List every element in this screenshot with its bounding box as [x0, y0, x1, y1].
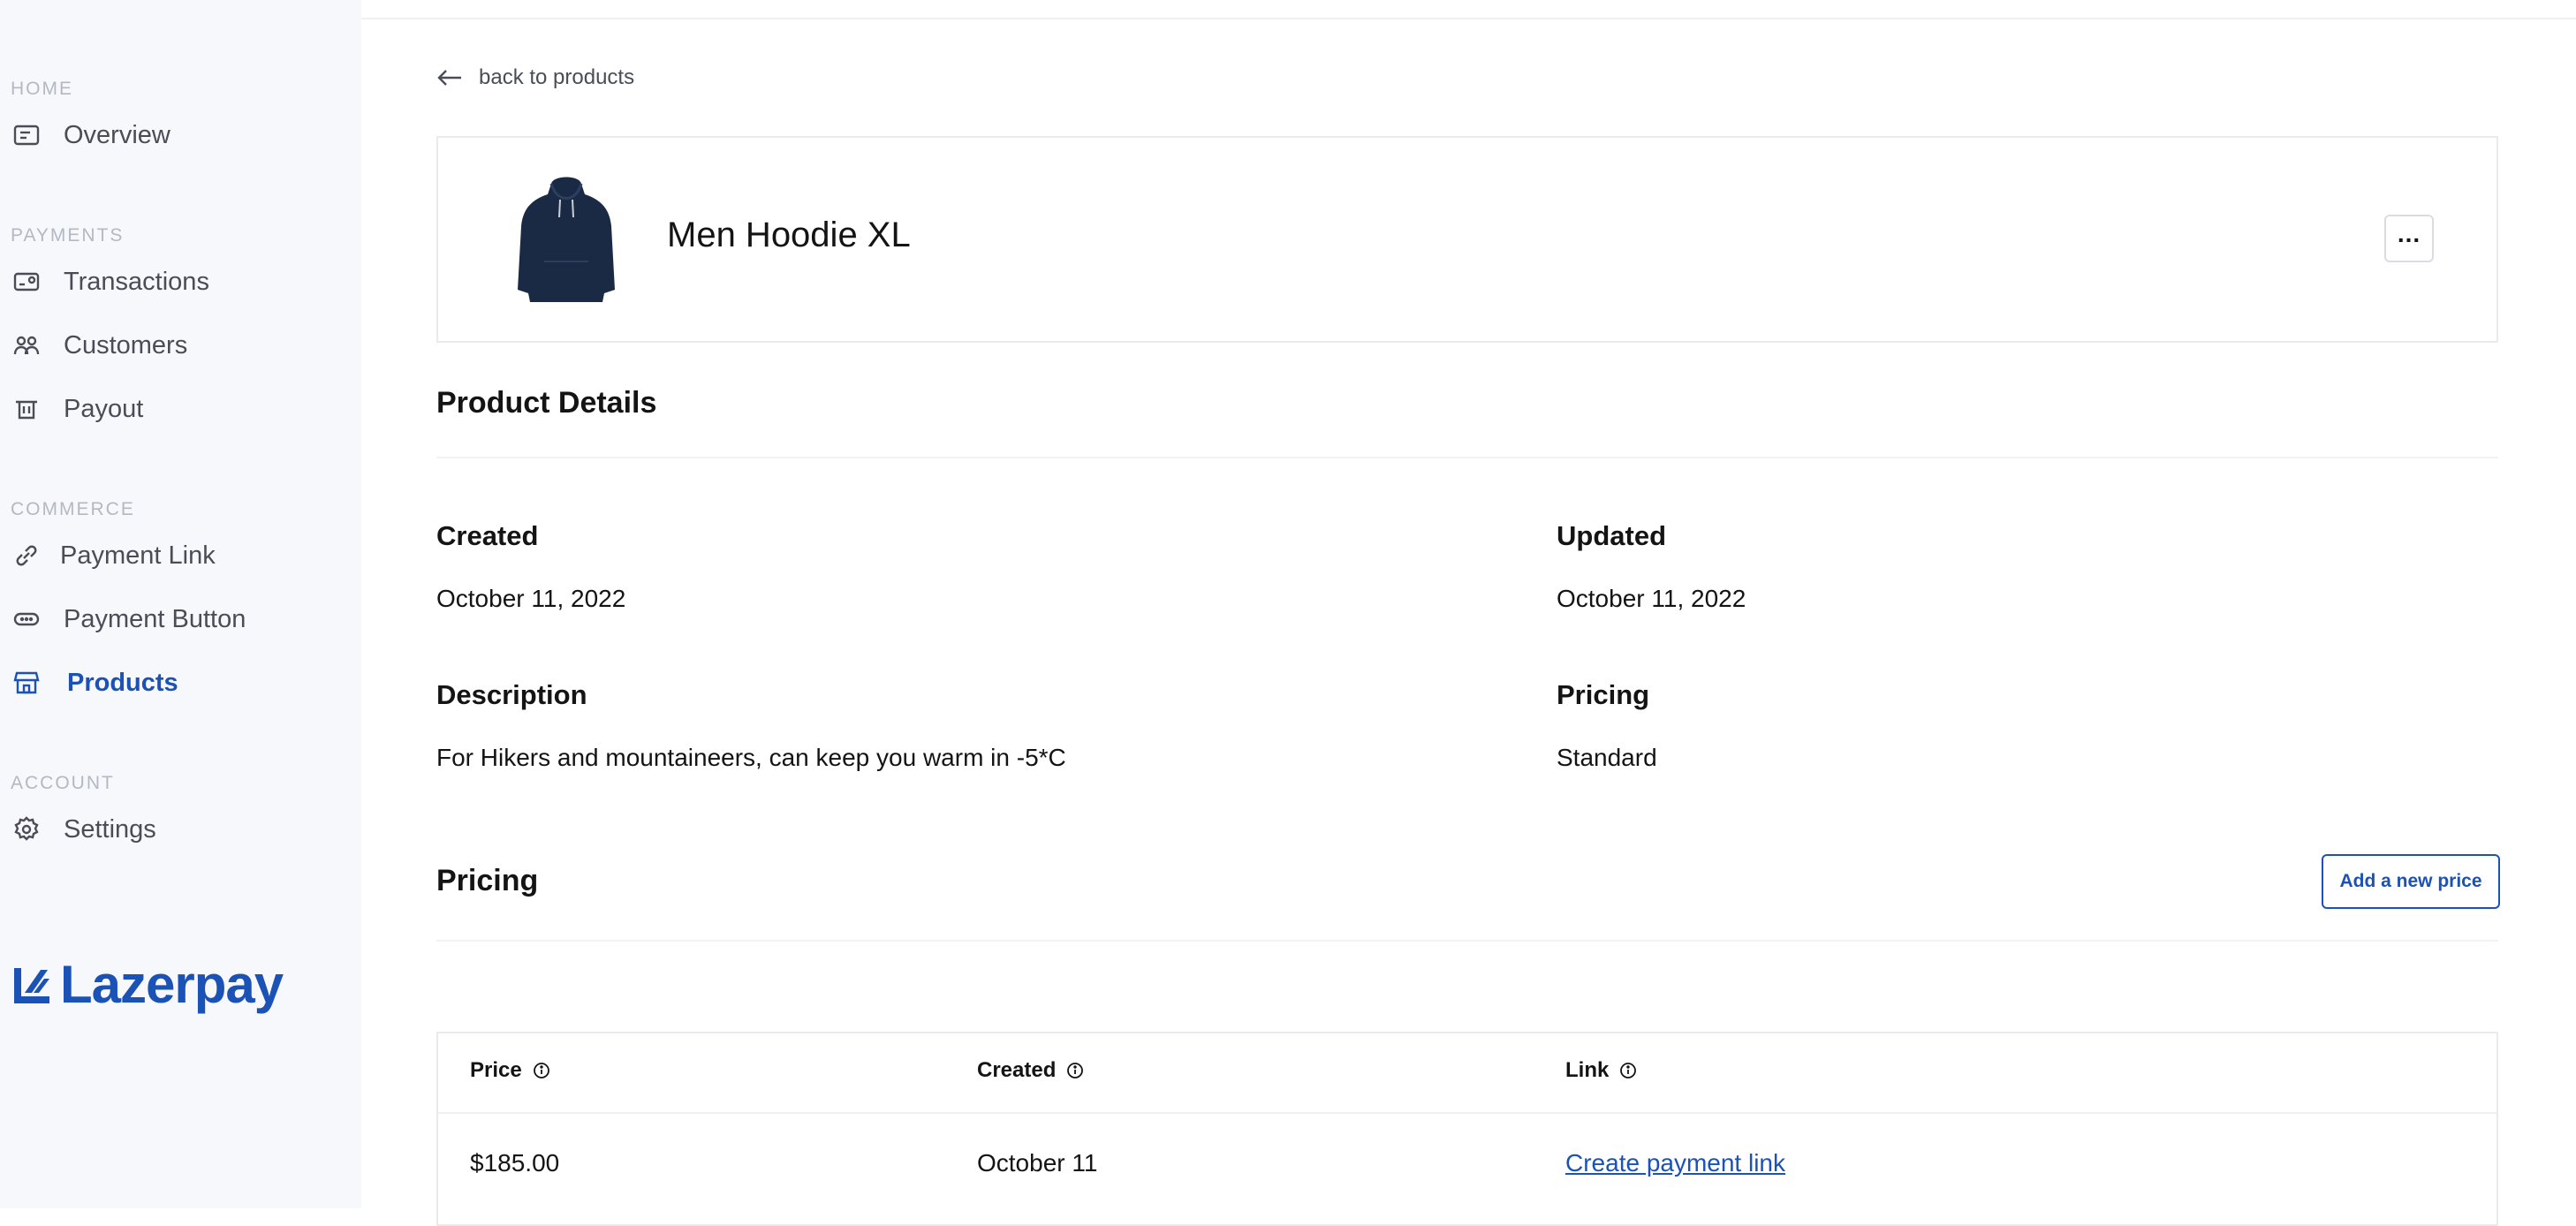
lazerpay-logo: Lazerpay	[11, 954, 284, 1015]
description-label: Description	[436, 679, 587, 710]
top-divider	[361, 18, 2576, 19]
column-header-price: Price	[470, 1058, 550, 1083]
sidebar-item-products[interactable]: Products	[12, 658, 178, 708]
section-label-home: HOME	[11, 79, 73, 99]
arrow-left-icon	[437, 70, 461, 86]
sidebar-item-label: Transactions	[64, 267, 209, 296]
info-icon	[533, 1063, 549, 1078]
sidebar-item-label: Payment Button	[64, 604, 246, 633]
ellipsis-icon: ...	[2397, 220, 2421, 247]
price-cell: $185.00	[470, 1149, 560, 1177]
payout-icon	[12, 391, 48, 427]
sidebar-item-label: Products	[67, 668, 178, 697]
link-icon	[12, 538, 48, 573]
section-label-account: ACCOUNT	[11, 773, 115, 793]
column-header-label: Price	[470, 1058, 522, 1082]
back-to-products-link[interactable]: back to products	[436, 65, 634, 90]
create-payment-link[interactable]: Create payment link	[1565, 1149, 1785, 1177]
sidebar-item-payment-link[interactable]: Payment Link	[12, 531, 216, 580]
section-label-commerce: COMMERCE	[11, 499, 135, 519]
updated-value: October 11, 2022	[1557, 585, 1746, 612]
sidebar-item-settings[interactable]: Settings	[12, 805, 156, 854]
sidebar: HOME Overview PAYMENTS Transactions Cust…	[0, 0, 361, 1208]
more-options-button[interactable]: ...	[2384, 215, 2434, 262]
transactions-icon	[12, 264, 48, 299]
product-name: Men Hoodie XL	[667, 216, 911, 254]
logo-text: Lazerpay	[60, 955, 284, 1014]
column-header-label: Link	[1565, 1058, 1610, 1082]
product-image-hoodie	[518, 177, 615, 302]
sidebar-item-label: Customers	[64, 330, 188, 359]
sidebar-item-payment-button[interactable]: Payment Button	[12, 594, 246, 644]
pricing-value: Standard	[1557, 744, 1657, 771]
sidebar-item-overview[interactable]: Overview	[12, 110, 170, 160]
section-label-payments: PAYMENTS	[11, 225, 125, 246]
back-link-label: back to products	[479, 65, 635, 89]
created-value: October 11, 2022	[436, 585, 626, 612]
created-label: Created	[436, 520, 539, 551]
updated-label: Updated	[1557, 520, 1666, 551]
overview-icon	[12, 117, 48, 153]
lazerpay-logo-icon	[14, 967, 49, 1003]
pricing-divider	[436, 940, 2498, 942]
sidebar-item-transactions[interactable]: Transactions	[12, 257, 209, 306]
pricing-table	[436, 1032, 2498, 1226]
created-cell: October 11	[977, 1149, 1098, 1177]
details-divider	[436, 457, 2498, 458]
sidebar-item-customers[interactable]: Customers	[12, 321, 187, 370]
column-header-link: Link	[1565, 1058, 1637, 1083]
product-details-heading: Product Details	[436, 386, 657, 420]
description-value: For Hikers and mountaineers, can keep yo…	[436, 744, 1066, 771]
sidebar-item-payout[interactable]: Payout	[12, 384, 143, 434]
button-icon	[12, 602, 48, 637]
table-header-divider	[438, 1112, 2496, 1114]
sidebar-item-label: Settings	[64, 814, 156, 844]
info-icon	[1067, 1063, 1084, 1078]
pricing-label: Pricing	[1557, 679, 1650, 710]
gear-icon	[12, 812, 48, 847]
add-new-price-button[interactable]: Add a new price	[2322, 854, 2500, 909]
column-header-created: Created	[977, 1058, 1084, 1083]
pricing-heading: Pricing	[436, 864, 539, 897]
sidebar-item-label: Payment Link	[60, 541, 216, 570]
customers-icon	[12, 328, 48, 363]
sidebar-item-label: Overview	[64, 120, 170, 149]
sidebar-item-label: Payout	[64, 394, 144, 423]
store-icon	[12, 665, 48, 700]
column-header-label: Created	[977, 1058, 1057, 1082]
info-icon	[1620, 1063, 1637, 1078]
